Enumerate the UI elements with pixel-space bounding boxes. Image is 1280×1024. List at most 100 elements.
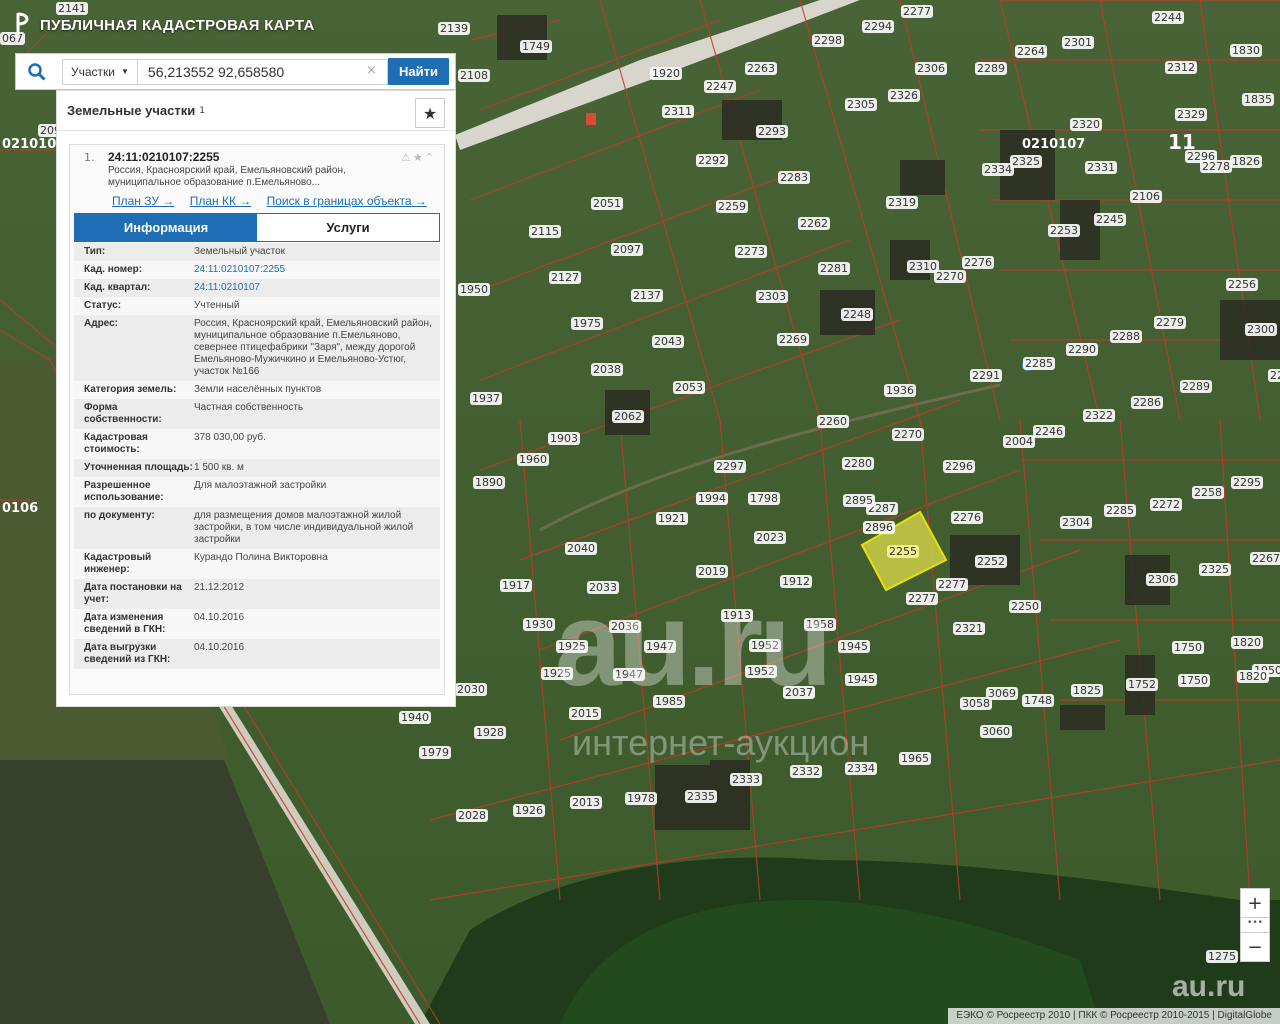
link-plan-zu[interactable]: План ЗУ →: [112, 194, 174, 208]
plot-label[interactable]: 1975: [571, 317, 603, 330]
plot-label[interactable]: 3060: [980, 725, 1012, 738]
plot-label[interactable]: 2106: [1130, 190, 1162, 203]
plot-label[interactable]: 2038: [591, 363, 623, 376]
plot-label[interactable]: 1926: [513, 804, 545, 817]
plot-label[interactable]: 2290: [1066, 343, 1098, 356]
plot-label[interactable]: 2270: [934, 270, 966, 283]
clear-icon[interactable]: ×: [366, 63, 377, 78]
plot-label[interactable]: 2335: [685, 790, 717, 803]
plot-label[interactable]: 2281: [818, 262, 850, 275]
plot-label[interactable]: 2300: [1245, 323, 1277, 336]
plot-label[interactable]: 1921: [656, 512, 688, 525]
plot-label[interactable]: 1945: [845, 673, 877, 686]
plot-label[interactable]: 1820: [1237, 670, 1269, 683]
plot-label[interactable]: 2296: [943, 460, 975, 473]
plot-label[interactable]: 1903: [548, 432, 580, 445]
plot-label[interactable]: 2273: [735, 245, 767, 258]
search-input[interactable]: [137, 58, 388, 85]
plot-label[interactable]: 2259: [716, 200, 748, 213]
plot-label[interactable]: 2247: [704, 80, 736, 93]
plot-label[interactable]: 2332: [790, 765, 822, 778]
plot-label[interactable]: 2097: [611, 243, 643, 256]
plot-label[interactable]: 1275: [1206, 950, 1238, 963]
plot-label[interactable]: 2321: [953, 622, 985, 635]
plot-label[interactable]: 1940: [399, 711, 431, 724]
plot-label[interactable]: 1960: [517, 453, 549, 466]
zoom-out-button[interactable]: −: [1240, 932, 1270, 962]
plot-label[interactable]: 2062: [612, 410, 644, 423]
plot-label[interactable]: 2277: [901, 5, 933, 18]
plot-label[interactable]: 1945: [838, 640, 870, 653]
plot-label[interactable]: 2292: [696, 154, 728, 167]
link-plan-kk[interactable]: План КК →: [190, 194, 252, 208]
tab-services[interactable]: Услуги: [257, 214, 439, 241]
plot-label[interactable]: 2053: [673, 381, 705, 394]
plot-label[interactable]: 2246: [1033, 425, 1065, 438]
link-search-in-bounds[interactable]: Поиск в границах объекта →: [267, 194, 427, 208]
plot-label[interactable]: 2333: [730, 773, 762, 786]
plot-label[interactable]: 2301: [1062, 36, 1094, 49]
plot-label[interactable]: 2293: [756, 125, 788, 138]
plot-label[interactable]: 1820: [1231, 636, 1263, 649]
tab-information[interactable]: Информация: [75, 214, 257, 241]
plot-label[interactable]: 1830: [1230, 44, 1262, 57]
plot-label[interactable]: 2267: [1250, 552, 1280, 565]
result-card[interactable]: 1. 24:11:0210107:2255 Россия, Красноярск…: [69, 144, 445, 695]
plot-label[interactable]: 1920: [650, 67, 682, 80]
plot-label[interactable]: 2028: [456, 809, 488, 822]
plot-label[interactable]: 2291: [970, 369, 1002, 382]
star-icon[interactable]: ★: [413, 151, 425, 164]
plot-label[interactable]: 2326: [888, 89, 920, 102]
result-cad-number[interactable]: 24:11:0210107:2255: [108, 150, 219, 164]
plot-label[interactable]: 2895: [843, 494, 875, 507]
search-type-select[interactable]: Участки ▼: [62, 58, 138, 85]
plot-label[interactable]: 2023: [754, 531, 786, 544]
plot-label[interactable]: 1752: [1126, 678, 1158, 691]
plot-label[interactable]: 2896: [863, 521, 895, 534]
plot-label[interactable]: 2306: [915, 62, 947, 75]
plot-label[interactable]: 2030: [455, 683, 487, 696]
plot-label[interactable]: 2288: [1110, 330, 1142, 343]
plot-label[interactable]: 2248: [841, 308, 873, 321]
favorite-button[interactable]: ★: [415, 98, 445, 128]
plot-label[interactable]: 2306: [1146, 573, 1178, 586]
warning-icon[interactable]: ⚠: [401, 151, 413, 164]
plot-label[interactable]: 1979: [419, 746, 451, 759]
plot-label[interactable]: 2289: [975, 62, 1007, 75]
plot-label[interactable]: 2319: [886, 196, 918, 209]
plot-label[interactable]: 2252: [975, 555, 1007, 568]
plot-label[interactable]: 2244: [1152, 11, 1184, 24]
plot-label[interactable]: 2325: [1199, 563, 1231, 576]
plot-label[interactable]: 2277: [936, 578, 968, 591]
chevron-up-icon[interactable]: ⌃: [425, 151, 436, 164]
plot-label[interactable]: 2312: [1165, 61, 1197, 74]
plot-label[interactable]: 1917: [500, 579, 532, 592]
zoom-level-indicator[interactable]: •••: [1240, 918, 1270, 932]
plot-label[interactable]: 2286: [1131, 396, 1163, 409]
plot-label[interactable]: 2051: [591, 197, 623, 210]
plot-label[interactable]: 2325: [1010, 155, 1042, 168]
plot-label[interactable]: 1750: [1172, 641, 1204, 654]
plot-label[interactable]: 2013: [570, 796, 602, 809]
find-button[interactable]: Найти: [388, 58, 449, 85]
cad-number-link[interactable]: 24:11:0210107:2255: [194, 264, 434, 276]
plot-label[interactable]: 2304: [1060, 516, 1092, 529]
plot-label[interactable]: 2276: [951, 511, 983, 524]
plot-label[interactable]: 2253: [1048, 224, 1080, 237]
plot-label[interactable]: 2115: [529, 225, 561, 238]
plot-label[interactable]: 2272: [1150, 498, 1182, 511]
search-icon[interactable]: [16, 54, 58, 89]
plot-label[interactable]: 1930: [523, 618, 555, 631]
plot-label[interactable]: 2297: [714, 460, 746, 473]
plot-label[interactable]: 2320: [1070, 118, 1102, 131]
plot-label[interactable]: 1748: [1022, 694, 1054, 707]
plot-label[interactable]: 1798: [748, 492, 780, 505]
plot-label[interactable]: 2280: [842, 457, 874, 470]
plot-label[interactable]: 2270: [892, 428, 924, 441]
plot-label[interactable]: 2279: [1154, 316, 1186, 329]
plot-label[interactable]: 1825: [1071, 684, 1103, 697]
plot-label[interactable]: 2245: [1094, 213, 1126, 226]
kvartal-link[interactable]: 24:11:0210107: [194, 282, 434, 294]
plot-label[interactable]: 1978: [625, 792, 657, 805]
plot-label[interactable]: 2278: [1200, 160, 1232, 173]
